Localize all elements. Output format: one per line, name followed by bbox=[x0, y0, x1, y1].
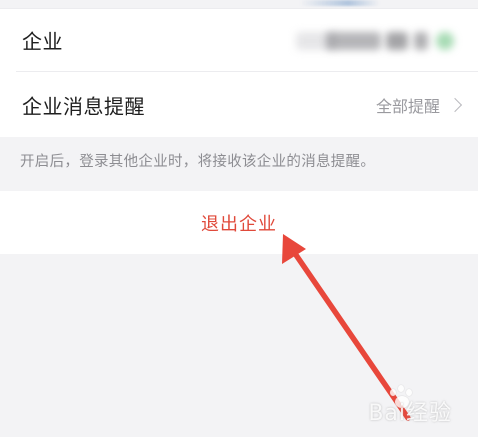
notify-value: 全部提醒 bbox=[375, 97, 440, 116]
top-blurred-content bbox=[300, 0, 380, 6]
enterprise-row[interactable]: 企业 bbox=[0, 9, 478, 72]
watermark: Bai经验 bbox=[368, 401, 452, 426]
notify-label: 企业消息提醒 bbox=[22, 94, 145, 119]
top-strip bbox=[0, 0, 478, 9]
enterprise-label: 企业 bbox=[22, 29, 63, 54]
action-card: 退出企业 bbox=[0, 191, 478, 254]
enterprise-name-blurred bbox=[296, 32, 456, 50]
blur-block bbox=[386, 32, 408, 50]
blur-block bbox=[326, 32, 381, 50]
settings-card: 企业 企业消息提醒 全部提醒 bbox=[0, 9, 478, 137]
exit-enterprise-button[interactable]: 退出企业 bbox=[0, 210, 478, 236]
blur-block bbox=[414, 32, 428, 50]
notify-hint: 开启后，登录其他企业时，将接收该企业的消息提醒。 bbox=[20, 154, 376, 170]
blur-block bbox=[436, 32, 454, 50]
notify-row[interactable]: 企业消息提醒 全部提醒 bbox=[0, 74, 478, 136]
row-divider bbox=[16, 71, 478, 72]
chevron-right-icon bbox=[447, 97, 463, 113]
